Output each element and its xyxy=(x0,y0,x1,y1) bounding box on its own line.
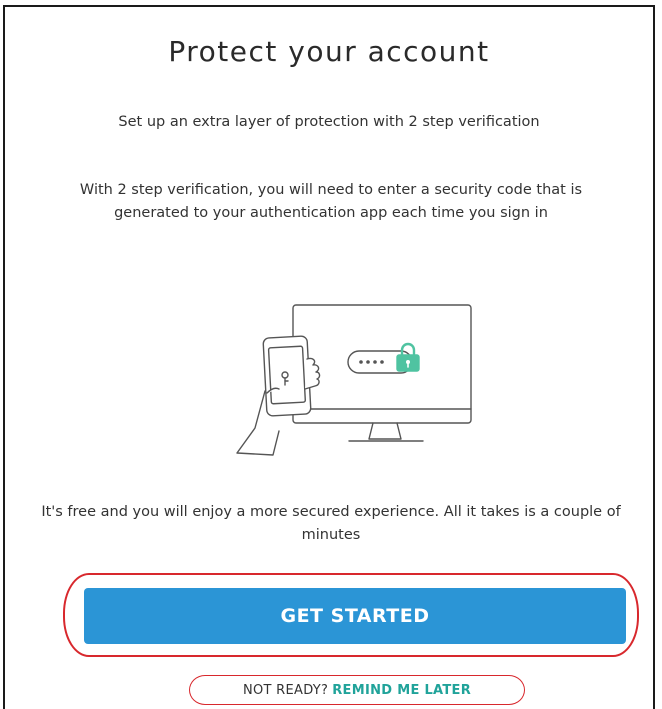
not-ready-label: NOT READY? xyxy=(242,682,329,698)
dialog-title: Protect your account xyxy=(168,35,490,68)
phone-and-monitor-with-lock-illustration xyxy=(236,304,472,456)
padlock-icon xyxy=(396,342,420,372)
remind-me-later-link[interactable]: REMIND ME LATER xyxy=(332,683,471,698)
two-step-verification-dialog: Protect your account Set up an extra lay… xyxy=(3,5,655,709)
remind-later-row: NOT READY? REMIND ME LATER xyxy=(189,675,525,705)
phone-icon xyxy=(236,335,321,456)
get-started-button[interactable]: GET STARTED xyxy=(84,588,626,644)
dialog-footer-text: It's free and you will enjoy a more secu… xyxy=(41,504,621,543)
monitor-icon xyxy=(292,304,472,424)
dialog-subtitle: Set up an extra layer of protection with… xyxy=(118,114,540,130)
dialog-description: With 2 step verification, you will need … xyxy=(79,182,583,221)
